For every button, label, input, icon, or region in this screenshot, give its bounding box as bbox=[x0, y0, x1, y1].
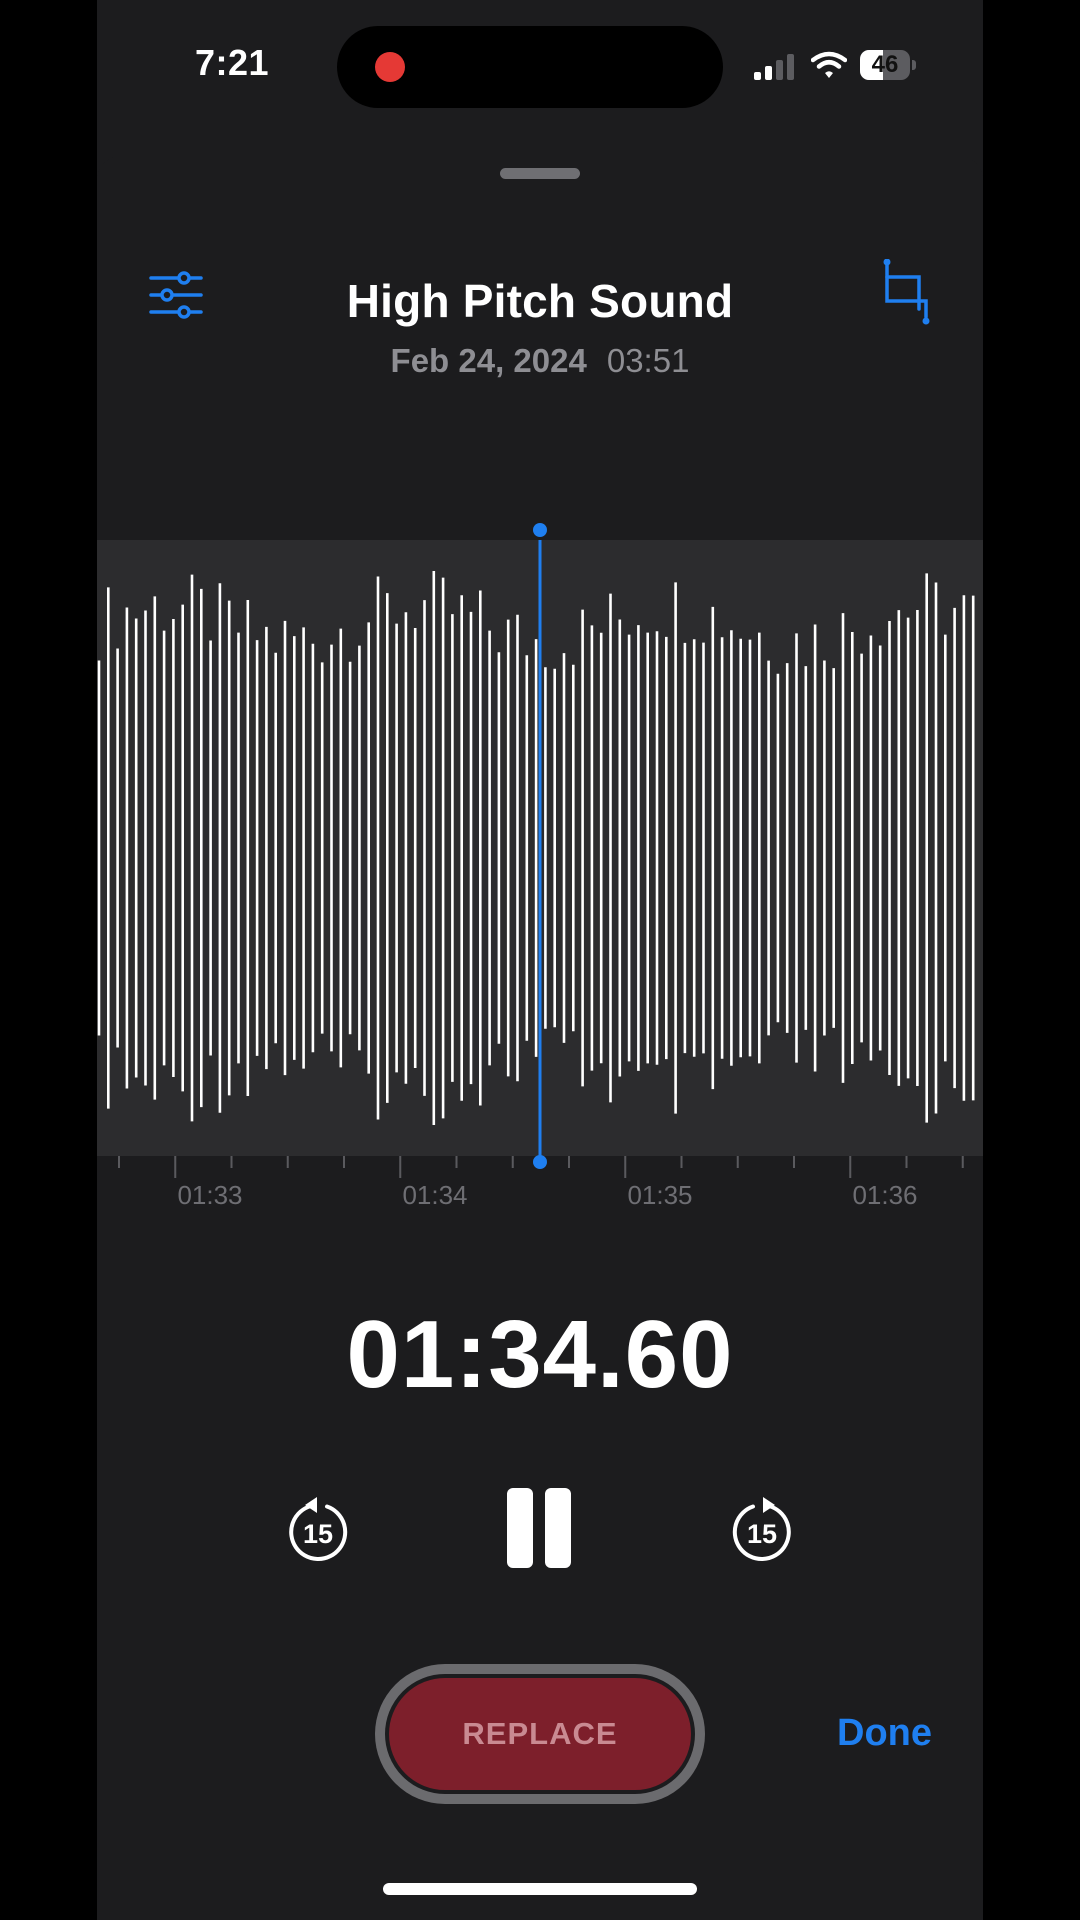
playhead-bottom-handle bbox=[533, 1155, 547, 1169]
timeline-labels: 01:33 01:34 01:35 01:36 bbox=[177, 1180, 917, 1210]
replace-button-label: REPLACE bbox=[385, 1674, 695, 1794]
pause-bar-left bbox=[507, 1488, 533, 1568]
battery-level: 46 bbox=[871, 51, 899, 78]
recording-title[interactable]: High Pitch Sound bbox=[97, 274, 983, 328]
skip-back-label: 15 bbox=[303, 1519, 333, 1549]
sliders-icon[interactable] bbox=[149, 270, 203, 320]
status-bar: 7:21 46 bbox=[97, 0, 983, 140]
battery-cap bbox=[912, 60, 916, 70]
done-button[interactable]: Done bbox=[837, 1712, 932, 1755]
skip-back-15-icon[interactable]: 15 bbox=[283, 1496, 353, 1566]
pause-bar-right bbox=[545, 1488, 571, 1568]
dynamic-island bbox=[337, 26, 723, 108]
cellular-signal-icon bbox=[754, 52, 798, 80]
signal-bar bbox=[776, 60, 783, 80]
timeline-label: 01:35 bbox=[627, 1180, 692, 1210]
signal-bar bbox=[754, 72, 761, 80]
battery-body: 46 bbox=[860, 50, 910, 80]
sheet-grabber-handle[interactable] bbox=[500, 168, 580, 179]
playhead-top-handle[interactable] bbox=[533, 523, 547, 537]
recording-meta: Feb 24, 2024 03:51 bbox=[97, 342, 983, 380]
pause-button[interactable] bbox=[501, 1488, 577, 1572]
status-time: 7:21 bbox=[195, 42, 270, 83]
recording-date: Feb 24, 2024 bbox=[390, 342, 587, 379]
signal-bar bbox=[765, 66, 772, 80]
timeline-label: 01:34 bbox=[402, 1180, 467, 1210]
timeline-label: 01:36 bbox=[852, 1180, 917, 1210]
waveform-bars bbox=[97, 570, 975, 1126]
recording-indicator-dot bbox=[375, 52, 405, 82]
crop-icon[interactable] bbox=[882, 259, 932, 325]
wifi-icon bbox=[811, 51, 847, 78]
audio-waveform-scrubber[interactable]: 01:33 01:34 01:35 01:36 bbox=[97, 540, 983, 1220]
home-indicator[interactable] bbox=[383, 1883, 697, 1895]
timeline-label: 01:33 bbox=[177, 1180, 242, 1210]
skip-forward-label: 15 bbox=[747, 1519, 777, 1549]
screen: 7:21 46 High Pitch Sound Feb 24, 2024 03… bbox=[0, 0, 1080, 1920]
recording-duration: 03:51 bbox=[606, 342, 690, 379]
battery-icon: 46 bbox=[860, 50, 916, 80]
skip-forward-15-icon[interactable]: 15 bbox=[727, 1496, 797, 1566]
replace-button[interactable]: REPLACE bbox=[375, 1664, 705, 1804]
playback-time: 01:34.60 bbox=[346, 1301, 734, 1408]
phone-screen: 7:21 46 High Pitch Sound Feb 24, 2024 03… bbox=[97, 0, 983, 1920]
signal-bar bbox=[787, 54, 794, 80]
